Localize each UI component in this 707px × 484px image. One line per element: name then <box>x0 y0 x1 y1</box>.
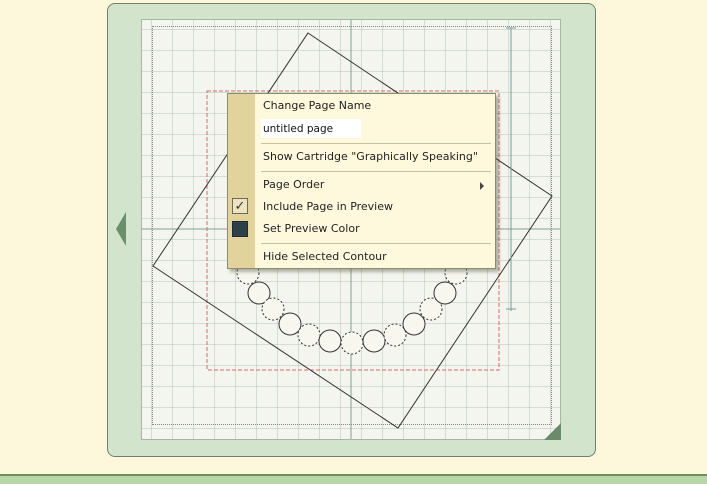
bead-circle-shapes <box>236 261 468 355</box>
page-order-item[interactable]: Page Order <box>263 176 324 194</box>
context-menu: Change Page Name Show Cartridge "Graphic… <box>227 93 496 269</box>
change-page-name-item[interactable]: Change Page Name <box>263 97 371 115</box>
show-cartridge-item[interactable]: Show Cartridge "Graphically Speaking" <box>263 148 478 166</box>
bead-circle <box>261 297 285 321</box>
set-preview-color-item[interactable]: Set Preview Color <box>263 220 360 238</box>
bead-circle <box>340 331 364 355</box>
bottom-status-bar <box>0 474 707 484</box>
chevron-right-icon <box>480 182 484 190</box>
bead-circle <box>318 329 342 353</box>
bead-circle <box>402 312 426 336</box>
menu-separator <box>261 243 491 244</box>
bead-circle <box>383 323 407 347</box>
hide-selected-contour-item[interactable]: Hide Selected Contour <box>263 248 387 266</box>
menu-separator <box>261 171 491 172</box>
preview-color-swatch[interactable] <box>232 221 248 237</box>
menu-separator <box>261 143 491 144</box>
page-name-input[interactable] <box>261 119 361 138</box>
bead-circle <box>362 329 386 353</box>
include-page-in-preview-item[interactable]: Include Page in Preview <box>263 198 393 216</box>
bead-circle <box>297 323 321 347</box>
menu-gutter <box>228 94 255 268</box>
check-icon[interactable]: ✓ <box>232 198 248 214</box>
bead-circle <box>278 312 302 336</box>
bead-circle <box>433 281 457 305</box>
